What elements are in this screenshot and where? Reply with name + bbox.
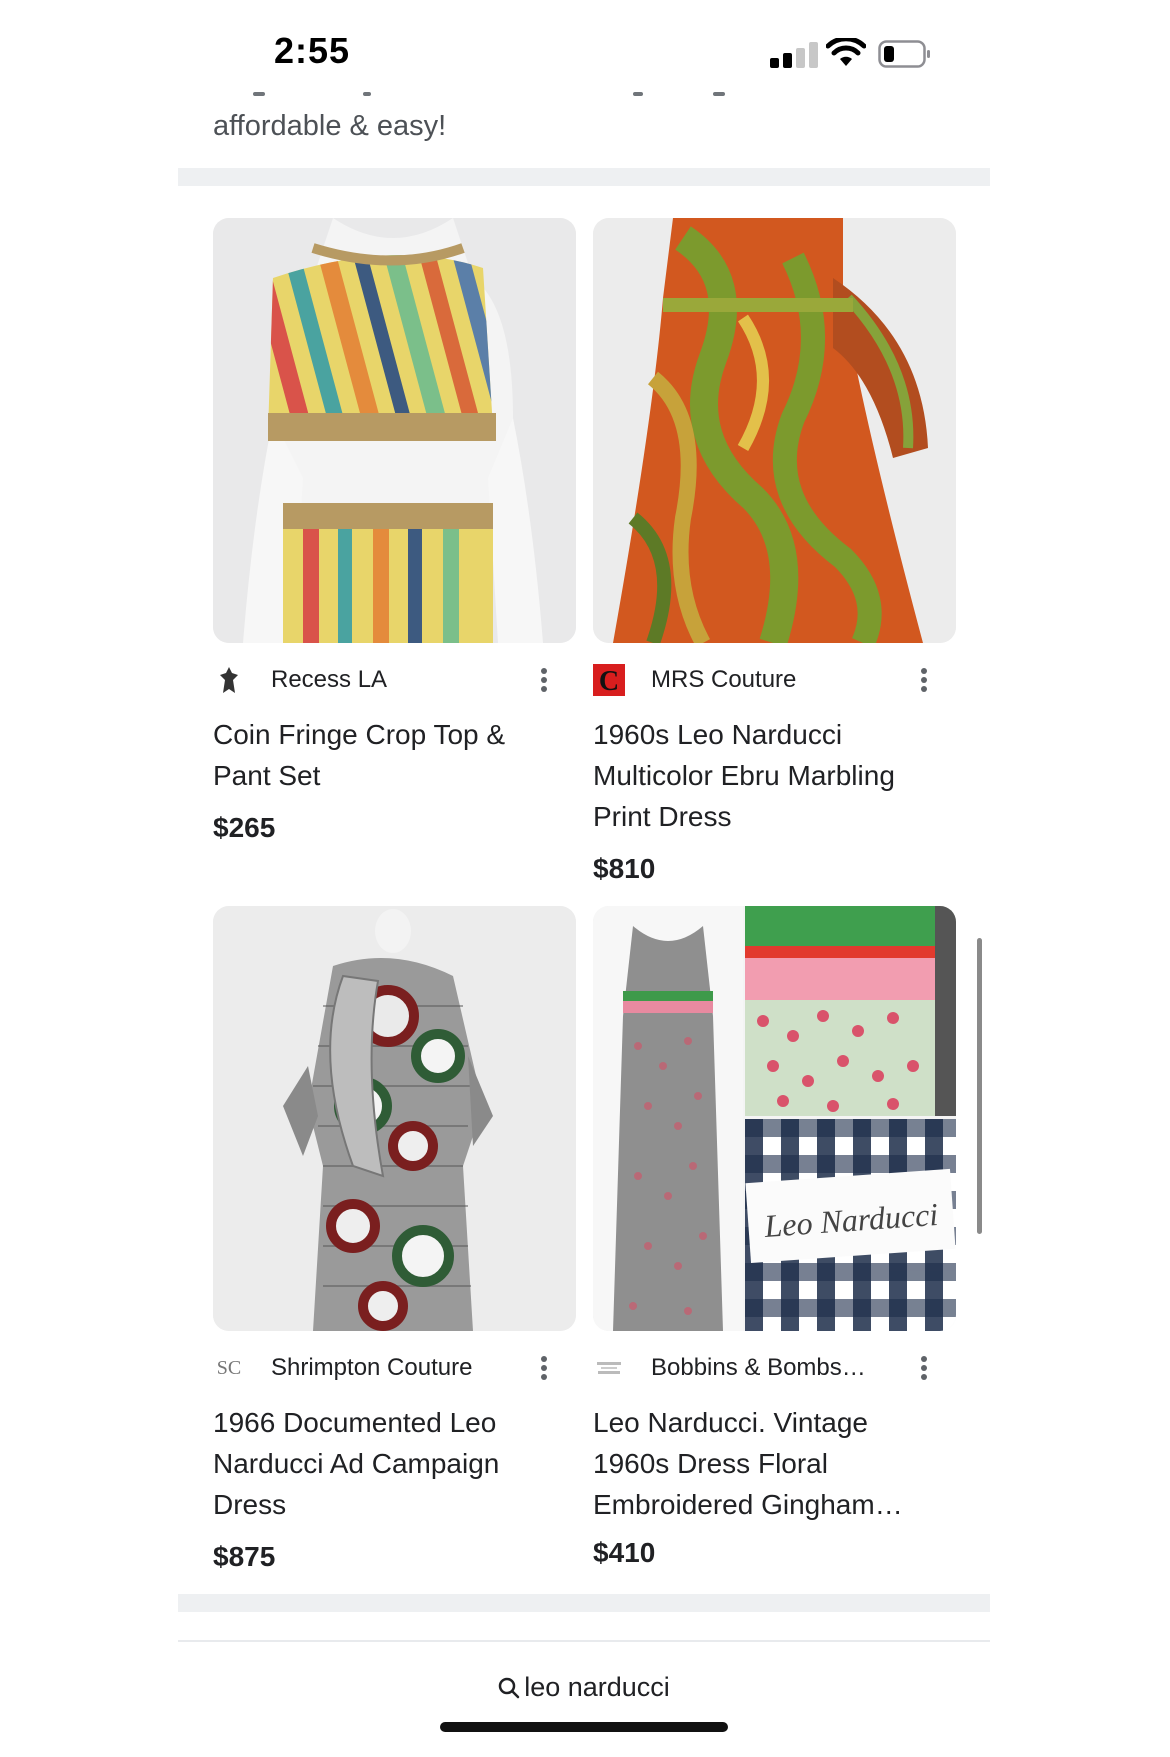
svg-text:C: C [599, 666, 619, 696]
search-query-text: leo narducci [524, 1672, 670, 1702]
wifi-icon [826, 38, 866, 66]
more-vert-icon[interactable] [535, 1352, 553, 1384]
product-image[interactable] [213, 906, 576, 1331]
more-vert-icon[interactable] [915, 664, 933, 696]
search-query[interactable]: leo narducci [178, 1672, 990, 1703]
merchant-logo-icon [593, 1352, 625, 1384]
merchant-logo-icon [213, 664, 245, 696]
product-image[interactable]: Leo Narducci [593, 906, 956, 1331]
section-divider [178, 1594, 990, 1612]
product-price: $410 [593, 1537, 656, 1568]
product-title[interactable]: Leo Narducci. Vintage 1960s Dress Floral… [593, 1402, 943, 1525]
product-title[interactable]: Coin Fringe Crop Top & Pant Set [213, 714, 563, 796]
merchant-row: Bobbins & Bombs… [593, 1348, 956, 1388]
home-indicator[interactable] [440, 1722, 728, 1732]
more-vert-icon[interactable] [915, 1352, 933, 1384]
product-title[interactable]: 1966 Documented Leo Narducci Ad Campaign… [213, 1402, 563, 1525]
merchant-name: Bobbins & Bombs… [651, 1354, 866, 1381]
clipped-text-line [213, 92, 853, 98]
merchant-row: Recess LA [213, 660, 576, 700]
merchant-name: Shrimpton Couture [271, 1354, 473, 1381]
merchant-row: C MRS Couture [593, 660, 956, 700]
product-image[interactable] [593, 218, 956, 643]
product-image[interactable] [213, 218, 576, 643]
merchant-logo-icon: C [593, 664, 625, 696]
product-title[interactable]: 1960s Leo Narducci Multicolor Ebru Marbl… [593, 714, 943, 837]
intro-text: affordable & easy! [213, 110, 447, 142]
merchant-row: SC Shrimpton Couture [213, 1348, 576, 1388]
search-icon [498, 1677, 520, 1699]
merchant-name: MRS Couture [651, 666, 797, 693]
scrollbar[interactable] [977, 938, 982, 1234]
cellular-signal-icon [770, 42, 818, 68]
section-divider [178, 168, 990, 186]
product-price: $875 [213, 1541, 276, 1572]
product-price: $810 [593, 853, 656, 884]
status-time: 2:55 [274, 30, 351, 71]
search-bar[interactable]: leo narducci [178, 1640, 990, 1757]
status-bar: 2:55 [0, 0, 1170, 100]
more-vert-icon[interactable] [535, 664, 553, 696]
merchant-name: Recess LA [271, 666, 388, 693]
product-price: $265 [213, 812, 276, 843]
battery-icon [878, 40, 930, 68]
merchant-logo-icon: SC [216, 1356, 242, 1379]
